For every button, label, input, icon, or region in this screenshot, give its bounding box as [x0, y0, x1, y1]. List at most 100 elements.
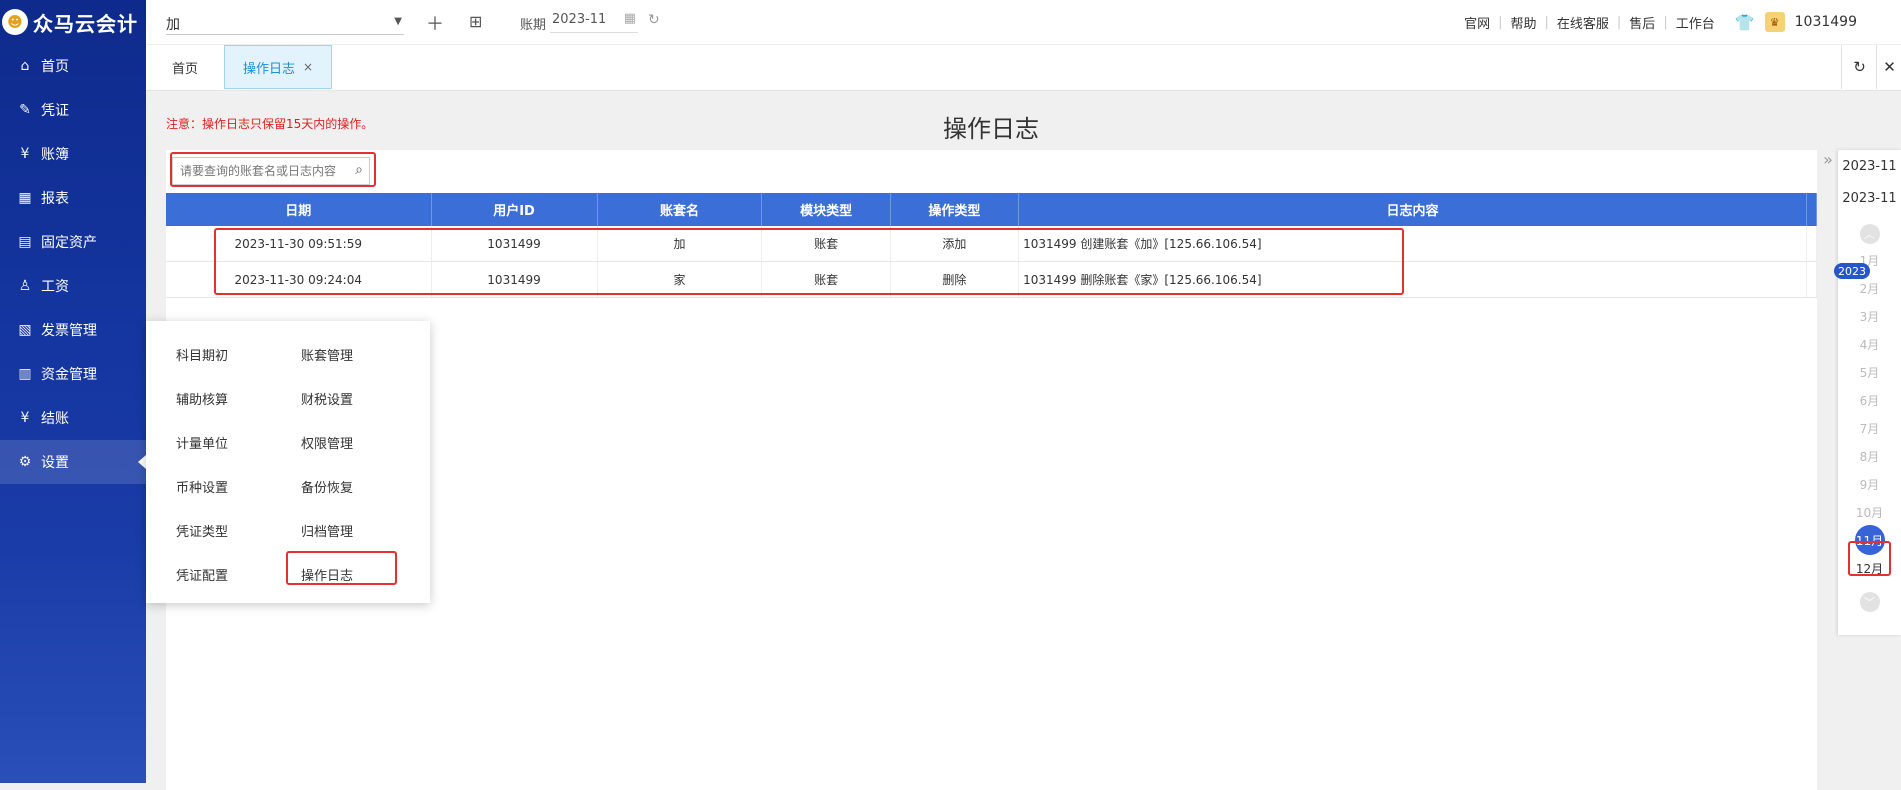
month-item[interactable]: 6月: [1838, 386, 1901, 414]
sidebar-item-payroll[interactable]: ♙ 工资: [0, 264, 146, 308]
cell-gutter: [1806, 261, 1817, 298]
tab-operation-log[interactable]: 操作日志 ×: [224, 45, 332, 89]
search-input[interactable]: [178, 161, 342, 181]
selected-month: 11月: [1854, 525, 1885, 555]
sidebar-item-label: 资金管理: [41, 367, 97, 383]
sidebar-item-label: 工资: [41, 279, 69, 295]
period-picker[interactable]: 2023-11 ▦: [550, 10, 638, 33]
add-icon[interactable]: ＋: [426, 10, 444, 36]
period-value: 2023-11: [552, 12, 607, 27]
sidebar-item-voucher[interactable]: ✎ 凭证: [0, 88, 146, 132]
cell-log-content: 1031499 删除账套《家》[125.66.106.54]: [1018, 261, 1807, 298]
cell-account-name: 家: [597, 261, 763, 298]
menu-item-account-set[interactable]: 账套管理: [301, 345, 353, 364]
panel-date-start[interactable]: 2023-11: [1838, 150, 1901, 182]
header-log-content: 日志内容: [1018, 193, 1807, 226]
sidebar-item-label: 固定资产: [41, 235, 97, 251]
panel-date-end[interactable]: 2023-11: [1838, 182, 1901, 214]
cell-log-content: 1031499 创建账套《加》[125.66.106.54]: [1018, 226, 1807, 262]
app-name: 众马云会计: [33, 11, 138, 36]
header-scroll-gutter: [1806, 193, 1817, 226]
sidebar-item-settings[interactable]: ⚙ 设置: [0, 440, 146, 484]
grid-icon[interactable]: ⊞: [469, 12, 482, 31]
table-header-row: 日期 用户ID 账套名 模块类型 操作类型 日志内容: [166, 193, 1817, 226]
sidebar-item-reports[interactable]: ▦ 报表: [0, 176, 146, 220]
month-item[interactable]: 10月: [1838, 498, 1901, 526]
menu-item-permissions[interactable]: 权限管理: [301, 433, 353, 452]
page-title: 操作日志: [943, 115, 1039, 143]
month-item[interactable]: 11月: [1838, 525, 1901, 555]
close-tab-button[interactable]: ✕: [1876, 45, 1901, 89]
month-item[interactable]: 7月: [1838, 414, 1901, 442]
link-official-site[interactable]: 官网: [1456, 13, 1498, 32]
chevron-down-icon[interactable]: ﹀: [1859, 592, 1880, 612]
cell-operation-type: 删除: [890, 261, 1020, 298]
month-item[interactable]: 3月: [1838, 302, 1901, 330]
month-item[interactable]: 9月: [1838, 470, 1901, 498]
close-icon[interactable]: ×: [303, 60, 313, 74]
payroll-icon: ♙: [18, 278, 32, 294]
home-icon: ⌂: [20, 58, 30, 74]
tab-home-label: 首页: [171, 61, 198, 77]
cell-user-id: 1031499: [431, 226, 598, 262]
sidebar-item-home[interactable]: ⌂ 首页: [0, 44, 146, 88]
link-workbench[interactable]: 工作台: [1668, 13, 1723, 32]
tab-operation-log-label: 操作日志: [242, 61, 295, 77]
calendar-icon: ▦: [623, 11, 636, 26]
logo-icon: ☻: [2, 9, 28, 35]
log-table: 日期 用户ID 账套名 模块类型 操作类型 日志内容 2023-11-30 09…: [166, 193, 1817, 298]
menu-item-backup[interactable]: 备份恢复: [301, 477, 353, 496]
month-item[interactable]: 5月: [1838, 358, 1901, 386]
sidebar-item-funds[interactable]: ▥ 资金管理: [0, 352, 146, 396]
menu-item-tax-settings[interactable]: 财税设置: [301, 389, 353, 408]
collapse-panel-icon[interactable]: »: [1818, 150, 1838, 176]
search-icon[interactable]: ⌕: [355, 162, 363, 178]
sidebar-item-label: 设置: [41, 455, 69, 471]
search-box[interactable]: ⌕: [172, 157, 370, 185]
account-select[interactable]: 加 ▼: [166, 12, 404, 35]
month-item[interactable]: 12月: [1838, 554, 1901, 582]
menu-item-aux-accounting[interactable]: 辅助核算: [176, 389, 228, 408]
sidebar-item-fixed-assets[interactable]: ▤ 固定资产: [0, 220, 146, 264]
month-item[interactable]: 8月: [1838, 442, 1901, 470]
month-item[interactable]: 4月: [1838, 330, 1901, 358]
menu-item-archive[interactable]: 归档管理: [301, 521, 353, 540]
sidebar-item-ledger[interactable]: ¥ 账簿: [0, 132, 146, 176]
header-user-id: 用户ID: [431, 193, 598, 226]
menu-item-opening-balance[interactable]: 科目期初: [176, 345, 228, 364]
account-select-value: 加: [166, 17, 180, 33]
link-after-sales[interactable]: 售后: [1621, 13, 1663, 32]
header-module-type: 模块类型: [761, 193, 891, 226]
menu-item-currency[interactable]: 币种设置: [176, 477, 228, 496]
settings-icon: ⚙: [18, 454, 32, 470]
app-logo[interactable]: ☻ 众马云会计: [0, 0, 146, 44]
closing-icon: ¥: [20, 410, 30, 426]
sidebar: ☻ 众马云会计 ⌂ 首页 ✎ 凭证 ¥ 账簿 ▦ 报表 ▤ 固定资产 ♙ 工资 ▧ 发票管理 ▥ 资金管理 ¥ 结…: [0, 0, 146, 783]
sidebar-item-label: 凭证: [41, 103, 69, 119]
table-row[interactable]: 2023-11-30 09:24:04 1031499 家 账套 删除 1031…: [166, 261, 1817, 298]
tab-bar: 首页 操作日志 × ↻ ✕: [146, 45, 1901, 91]
table-row[interactable]: 2023-11-30 09:51:59 1031499 加 账套 添加 1031…: [166, 226, 1817, 262]
sidebar-item-invoice[interactable]: ▧ 发票管理: [0, 308, 146, 352]
link-help[interactable]: 帮助: [1502, 13, 1544, 32]
funds-icon: ▥: [18, 366, 32, 382]
cell-module-type: 账套: [761, 226, 891, 262]
shirt-icon[interactable]: 👕: [1735, 13, 1755, 32]
menu-item-units[interactable]: 计量单位: [176, 433, 228, 452]
user-id[interactable]: 1031499: [1795, 14, 1857, 30]
refresh-icon[interactable]: ↻: [648, 12, 660, 28]
tab-home[interactable]: 首页: [146, 45, 224, 89]
sidebar-item-closing[interactable]: ¥ 结账: [0, 396, 146, 440]
menu-item-voucher-config[interactable]: 凭证配置: [176, 565, 228, 584]
menu-item-operation-log[interactable]: 操作日志: [301, 565, 353, 584]
header-account-name: 账套名: [597, 193, 763, 226]
cell-user-id: 1031499: [431, 261, 598, 298]
cell-date: 2023-11-30 09:51:59: [166, 226, 432, 262]
menu-item-voucher-type[interactable]: 凭证类型: [176, 521, 228, 540]
refresh-tab-button[interactable]: ↻: [1841, 45, 1877, 89]
cell-gutter: [1806, 226, 1817, 262]
link-online-service[interactable]: 在线客服: [1549, 13, 1617, 32]
date-panel: 2023-11 2023-11 ︿ 1月 2月 3月 4月 5月 6月 7月 8月 9月 10月 1…: [1838, 150, 1901, 635]
chevron-up-icon[interactable]: ︿: [1859, 224, 1880, 244]
avatar[interactable]: ♛: [1764, 12, 1785, 32]
